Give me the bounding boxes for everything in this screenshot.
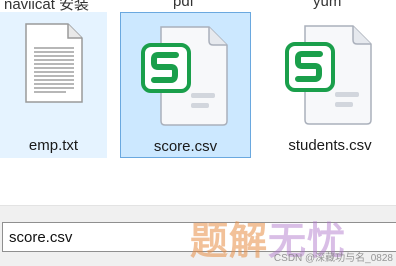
folder-label-yum[interactable]: yum <box>313 0 341 10</box>
file-item-score-csv[interactable]: score.csv <box>120 12 251 158</box>
spreadsheet-file-icon <box>275 16 385 133</box>
file-item-students-csv[interactable]: students.csv <box>268 12 392 158</box>
text-file-icon <box>14 16 94 131</box>
file-view: naviicat 安装 pdf yum emp.txt score.csv st… <box>0 0 396 205</box>
file-name: emp.txt <box>28 137 79 154</box>
filename-input[interactable] <box>2 222 396 252</box>
previous-row-labels: naviicat 安装 pdf yum <box>0 0 396 12</box>
file-name: score.csv <box>153 138 218 155</box>
spreadsheet-file-icon <box>131 17 241 134</box>
file-item-emp-txt[interactable]: emp.txt <box>0 12 107 158</box>
save-dialog-bottom-bar <box>0 205 396 266</box>
file-name: students.csv <box>288 137 372 154</box>
folder-label-pdf[interactable]: pdf <box>173 0 194 10</box>
folder-label-navicat[interactable]: naviicat 安装 <box>4 0 89 12</box>
